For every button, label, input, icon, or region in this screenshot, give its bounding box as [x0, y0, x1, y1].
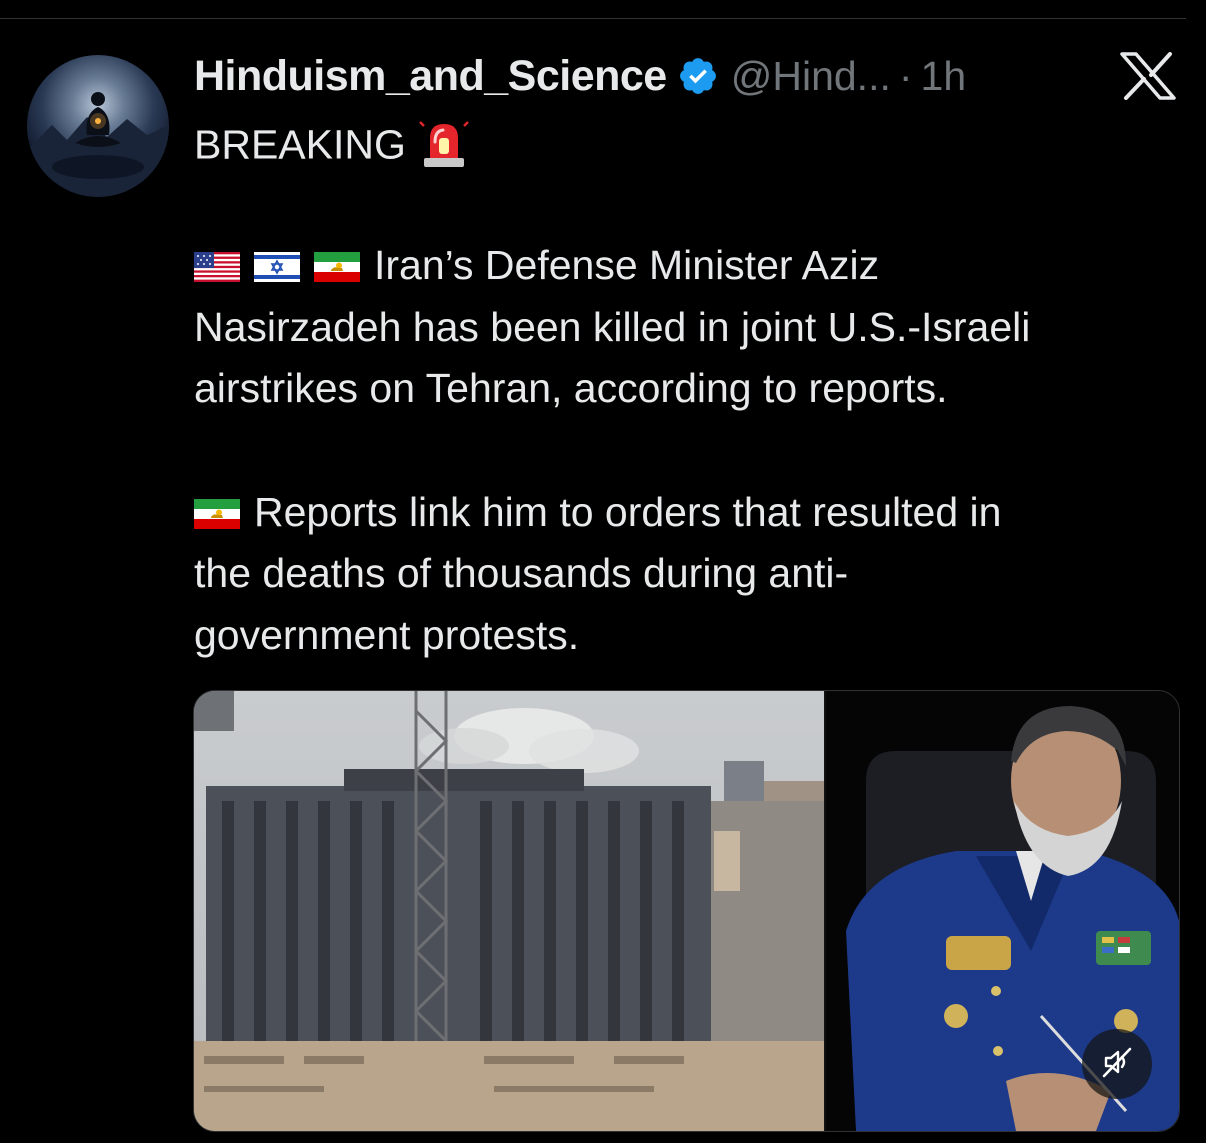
paragraph1-line3: airstrikes on Tehran, according to repor… — [194, 365, 948, 411]
x-logo-icon[interactable] — [1120, 52, 1176, 100]
paragraph1-line1: Iran’s Defense Minister Aziz — [194, 245, 879, 289]
us-flag-icon — [194, 248, 240, 289]
timestamp[interactable]: 1h — [921, 53, 967, 100]
muted-speaker-icon — [1100, 1045, 1134, 1084]
iran-lion-sun-flag-icon — [314, 248, 360, 289]
paragraph2-text-line1: Reports link him to orders that resulted… — [254, 489, 1002, 535]
paragraph1-text-line1: Iran’s Defense Minister Aziz — [374, 242, 880, 288]
building-smoke-image[interactable] — [194, 691, 824, 1131]
tweet-media[interactable] — [193, 690, 1180, 1132]
headline-text: BREAKING — [194, 121, 406, 168]
handle[interactable]: @Hind... — [731, 53, 891, 100]
avatar[interactable] — [27, 55, 169, 197]
paragraph1-line2: Nasirzadeh has been killed in joint U.S.… — [194, 304, 1031, 350]
display-name[interactable]: Hinduism_and_Science — [194, 52, 667, 101]
iran-lion-sun-flag-icon — [194, 495, 240, 536]
separator-dot: · — [898, 52, 913, 99]
top-divider — [0, 0, 1186, 19]
mute-toggle-button[interactable] — [1082, 1029, 1152, 1099]
israel-flag-icon — [254, 248, 300, 289]
meditating-figure-image — [27, 92, 169, 197]
paragraph2-line1: Reports link him to orders that resulted… — [194, 492, 1001, 536]
tweet-header: Hinduism_and_Science @Hind... · 1h — [194, 50, 966, 102]
paragraph2-line2: the deaths of thousands during anti- — [194, 550, 849, 596]
rotating-light-siren-icon — [418, 118, 470, 177]
paragraph2-line3: government protests. — [194, 612, 580, 658]
verified-badge-icon[interactable] — [677, 55, 719, 97]
headline-line: BREAKING — [194, 118, 470, 177]
